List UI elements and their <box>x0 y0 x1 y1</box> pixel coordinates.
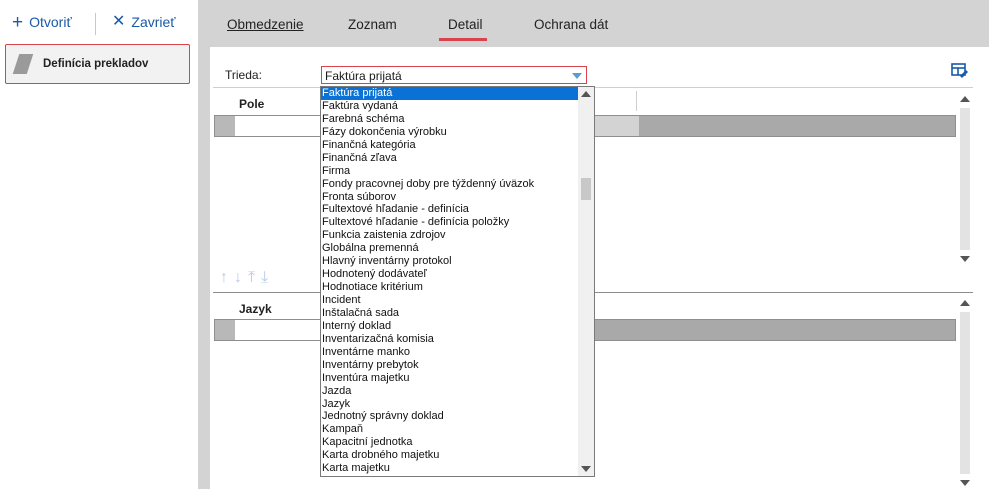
scroll-down-icon[interactable] <box>960 480 970 486</box>
scroll-track[interactable] <box>960 108 970 250</box>
sidebar-item-label: Definícia prekladov <box>43 58 149 70</box>
dropdown-option[interactable]: Jednotný správny doklad <box>321 410 578 423</box>
trieda-select[interactable]: Faktúra prijatá <box>321 66 587 84</box>
dropdown-option[interactable]: Inventarizačná komisia <box>321 333 578 346</box>
open-button[interactable]: + Otvoriť <box>12 12 72 32</box>
dropdown-option[interactable]: Hlavný inventárny protokol <box>321 255 578 268</box>
dropdown-option[interactable]: Hodnotiace kritérium <box>321 281 578 294</box>
scroll-thumb[interactable] <box>581 178 591 200</box>
tab-ochrana-dat[interactable]: Ochrana dát <box>534 17 608 32</box>
dropdown-option[interactable]: Funkcia zaistenia zdrojov <box>321 229 578 242</box>
dropdown-option[interactable]: Finančná kategória <box>321 139 578 152</box>
scroll-up-icon[interactable] <box>581 91 591 97</box>
row-selector[interactable] <box>215 116 235 136</box>
trieda-label: Trieda: <box>225 68 262 82</box>
active-tab-indicator <box>439 38 487 41</box>
scroll-track[interactable] <box>960 312 970 474</box>
row-selector[interactable] <box>215 320 235 340</box>
dropdown-option[interactable]: Inventúra majetku <box>321 372 578 385</box>
sidebar-item-definicia-prekladov[interactable]: Definícia prekladov <box>5 44 190 84</box>
dropdown-option[interactable]: Jazda <box>321 385 578 398</box>
dropdown-option[interactable]: Firma <box>321 165 578 178</box>
app-root: + Otvoriť ✕ Zavrieť Definícia prekladov … <box>0 0 989 489</box>
column-settings-icon[interactable] <box>951 63 969 79</box>
move-bottom-icon[interactable]: ⤓ <box>261 269 268 287</box>
close-button[interactable]: ✕ Zavrieť <box>112 12 176 32</box>
item-marker-icon <box>12 54 34 74</box>
dropdown-scrollbar[interactable] <box>578 87 594 476</box>
move-buttons: ↑ ↓ ⤒ ⤓ <box>220 269 268 287</box>
dropdown-option[interactable]: Karta drobného majetku <box>321 449 578 462</box>
scroll-down-icon[interactable] <box>581 466 591 472</box>
dropdown-option[interactable]: Globálna premenná <box>321 242 578 255</box>
scroll-up-icon[interactable] <box>960 300 970 306</box>
toolbar-separator <box>95 13 96 35</box>
tab-obmedzenie[interactable]: Obmedzenie <box>227 17 304 32</box>
table-cell[interactable] <box>595 116 639 136</box>
dropdown-option[interactable]: Fázy dokončenia výrobku <box>321 126 578 139</box>
trieda-select-value: Faktúra prijatá <box>325 69 402 83</box>
dropdown-option[interactable]: Fultextové hľadanie - definícia položky <box>321 216 578 229</box>
tab-zoznam[interactable]: Zoznam <box>348 17 397 32</box>
move-top-icon[interactable]: ⤒ <box>248 269 255 287</box>
trieda-dropdown-list[interactable]: Faktúra prijatá Faktúra vydaná Farebná sch… <box>320 86 595 477</box>
dropdown-options: Faktúra prijatá Faktúra vydaná Farebná sch… <box>321 87 578 475</box>
plus-icon: + <box>12 11 24 33</box>
close-icon: ✕ <box>112 13 126 30</box>
table-cell[interactable] <box>235 320 325 340</box>
dropdown-option[interactable]: Fondy pracovnej doby pre týždenný úväzok <box>321 178 578 191</box>
dropdown-option[interactable]: Inventárne manko <box>321 346 578 359</box>
dropdown-option[interactable]: Finančná zľava <box>321 152 578 165</box>
column-separator[interactable] <box>636 91 637 111</box>
dropdown-option[interactable]: Inštalačná sada <box>321 307 578 320</box>
dropdown-option[interactable]: Fultextové hľadanie - definícia <box>321 203 578 216</box>
left-toolbar: + Otvoriť ✕ Zavrieť <box>0 0 198 44</box>
dropdown-option[interactable]: Kampaň <box>321 423 578 436</box>
move-up-icon[interactable]: ↑ <box>220 269 228 287</box>
column-header-jazyk[interactable]: Jazyk <box>239 302 272 316</box>
dropdown-option[interactable]: Hodnotený dodávateľ <box>321 268 578 281</box>
dropdown-option[interactable]: Karta majetku <box>321 462 578 475</box>
scroll-up-icon[interactable] <box>960 96 970 102</box>
dropdown-option[interactable]: Interný doklad <box>321 320 578 333</box>
dropdown-option[interactable]: Faktúra vydaná <box>321 100 578 113</box>
dropdown-option[interactable]: Faktúra prijatá <box>321 87 578 100</box>
open-button-label: Otvoriť <box>29 14 72 30</box>
dropdown-option[interactable]: Kapacitní jednotka <box>321 436 578 449</box>
close-button-label: Zavrieť <box>131 14 176 30</box>
chevron-down-icon <box>572 73 582 79</box>
dropdown-option[interactable]: Incident <box>321 294 578 307</box>
dropdown-option[interactable]: Fronta súborov <box>321 191 578 204</box>
column-header-pole[interactable]: Pole <box>239 97 264 111</box>
grid1-scrollbar[interactable] <box>959 94 971 264</box>
scroll-down-icon[interactable] <box>960 256 970 262</box>
tab-bar: Obmedzenie Zoznam Detail Ochrana dát <box>198 0 989 44</box>
dropdown-option[interactable]: Farebná schéma <box>321 113 578 126</box>
dropdown-option[interactable]: Jazyk <box>321 398 578 411</box>
tab-detail[interactable]: Detail <box>448 17 483 32</box>
move-down-icon[interactable]: ↓ <box>234 269 242 287</box>
dropdown-option[interactable]: Inventárny prebytok <box>321 359 578 372</box>
grid2-scrollbar[interactable] <box>959 298 971 488</box>
